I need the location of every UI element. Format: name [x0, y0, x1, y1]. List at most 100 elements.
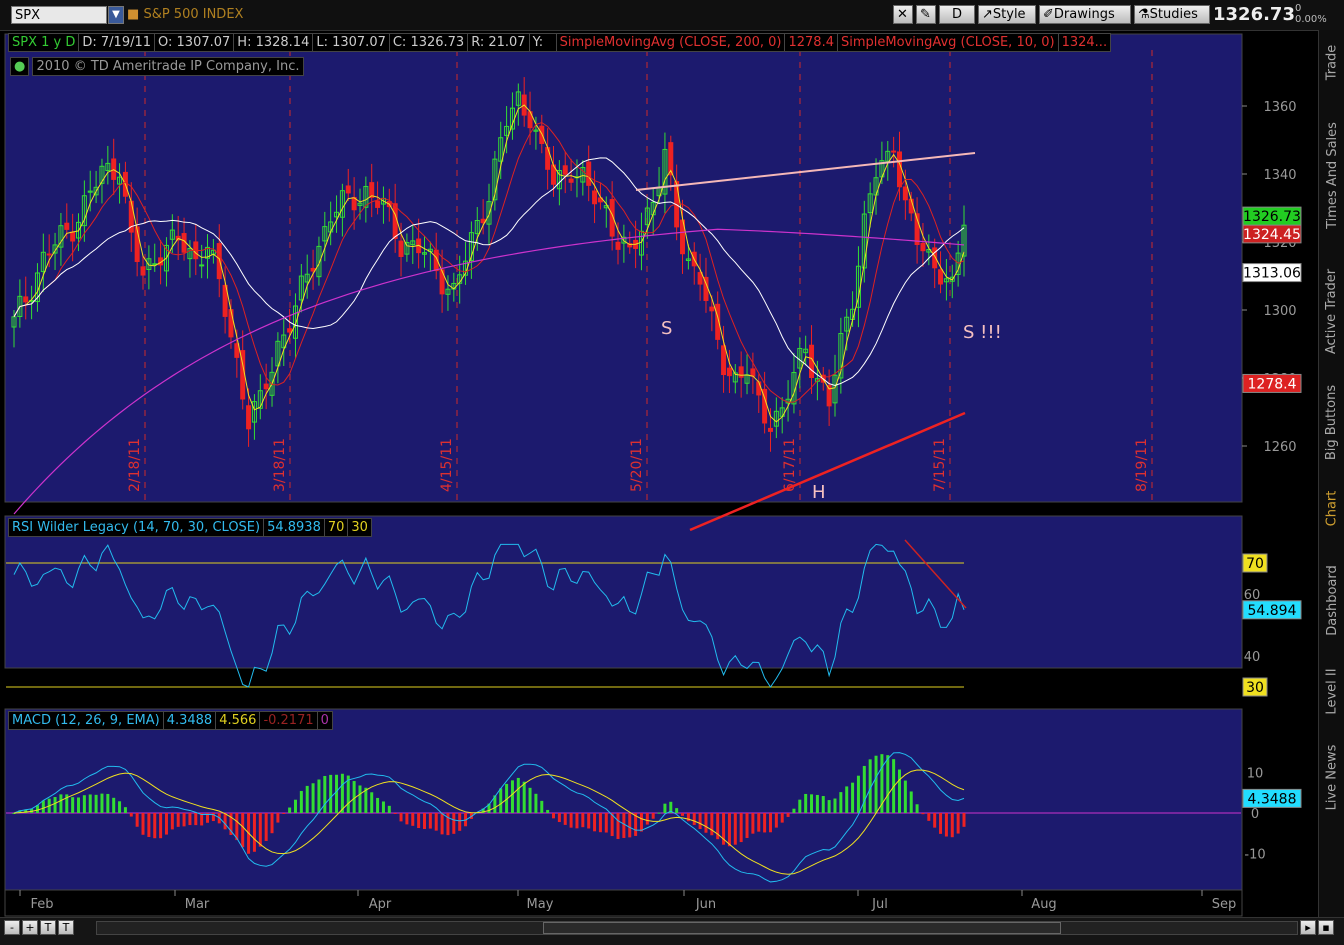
macd-histogram-bar — [915, 804, 919, 813]
zoom-fit-button[interactable]: T — [40, 920, 56, 935]
link-icon: ■ — [127, 7, 140, 22]
crosshair-icon: ✕ — [897, 7, 908, 22]
candle-up — [199, 264, 205, 267]
macd-histogram-bar — [41, 800, 45, 813]
sma10-price-tag-text: 1324.45 — [1243, 227, 1301, 243]
time-axis-label: Jun — [695, 897, 716, 912]
macd-histogram-bar — [422, 813, 426, 829]
macd-histogram-bar — [258, 813, 262, 847]
symbol-dropdown-button[interactable]: ▼ — [108, 6, 124, 24]
macd-histogram-bar — [112, 797, 116, 813]
macd-histogram-bar — [393, 813, 397, 814]
tab-level-ii[interactable]: Level II — [1320, 656, 1344, 726]
crosshair-tool-button[interactable]: ✕ — [893, 5, 913, 24]
candle-down — [392, 203, 398, 239]
expand-button[interactable]: ▪ — [1318, 920, 1334, 935]
macd-histogram-bar — [516, 777, 520, 813]
macd-histogram-bar — [381, 801, 385, 813]
price-axis-label: 1340 — [1263, 168, 1296, 183]
macd-histogram-bar — [77, 797, 81, 813]
pencil-icon: ✎ — [920, 7, 931, 22]
sma20-price-tag-text: 1313.06 — [1243, 266, 1301, 282]
macd-histogram-bar — [340, 773, 344, 813]
time-scrollbar[interactable] — [96, 921, 1298, 935]
macd-histogram-bar — [786, 813, 790, 817]
period-button[interactable]: D — [939, 5, 975, 24]
style-button[interactable]: ↗Style — [978, 5, 1036, 24]
candle-down — [345, 185, 351, 194]
top-toolbar: SPX ▼ ■ S&P 500 INDEX ✕ ✎ D ↗Style ✐Draw… — [0, 0, 1344, 31]
pencil-tool-button[interactable]: ✎ — [916, 5, 936, 24]
macd-histogram-bar — [874, 755, 878, 813]
drawing-tool-button[interactable]: T — [58, 920, 74, 935]
studies-button[interactable]: ⚗Studies — [1134, 5, 1210, 24]
rsi-value: 54.8938 — [263, 518, 325, 537]
macd-histogram-bar — [293, 799, 297, 813]
candle-down — [263, 383, 269, 390]
macd-histogram-bar — [94, 794, 98, 813]
tab-times-and-sales[interactable]: Times And Sales — [1320, 100, 1344, 250]
zoom-out-button[interactable]: - — [4, 920, 20, 935]
macd-histogram-bar — [604, 813, 608, 833]
macd-histogram-bar — [405, 813, 409, 825]
tab-dashboard-label: Dashboard — [1324, 564, 1340, 636]
chart-area[interactable]: 2/18/11 3/18/11 4/15/11 5/20/11 6/17/11 7/15/… — [0, 30, 1318, 917]
macd-histogram-bar — [376, 797, 380, 813]
scroll-right-button[interactable]: ▸ — [1300, 920, 1316, 935]
macd-histogram-bar — [622, 813, 626, 838]
macd-histogram-bar — [616, 813, 620, 839]
sma10-value: 1324... — [1057, 33, 1112, 52]
macd-histogram-bar — [698, 813, 702, 829]
tab-active-trader[interactable]: Active Trader — [1320, 256, 1344, 366]
symbol-input[interactable]: SPX — [11, 6, 107, 24]
macd-histogram-bar — [739, 813, 743, 843]
symbol-description: ■ S&P 500 INDEX — [127, 7, 243, 22]
date-marker-label: 3/18/11 — [272, 438, 288, 492]
drawings-button[interactable]: ✐Drawings — [1039, 5, 1131, 24]
tab-chart[interactable]: Chart — [1320, 478, 1344, 538]
macd-histogram-bar — [798, 799, 802, 813]
tab-live-news-label: Live News — [1324, 744, 1340, 810]
macd-histogram-bar — [223, 813, 227, 830]
macd-histogram-bar — [557, 813, 561, 823]
macd-histogram-bar — [329, 774, 333, 813]
zoom-in-button[interactable]: + — [22, 920, 38, 935]
rsi-30-tag: 30 — [1242, 677, 1268, 697]
candle-down — [756, 381, 762, 396]
macd-histogram-bar — [317, 779, 321, 813]
macd-histogram-bar — [575, 813, 579, 829]
macd-histogram-bar — [792, 808, 796, 813]
tab-dashboard[interactable]: Dashboard — [1320, 550, 1344, 650]
candle-down — [586, 161, 592, 186]
macd-axis-label: 10 — [1247, 767, 1264, 782]
price-axis-label: 1360 — [1263, 100, 1296, 115]
tab-trade-label: Trade — [1324, 44, 1340, 80]
macd-histogram-bar — [921, 813, 925, 815]
macd-histogram-bar — [305, 785, 309, 813]
macd-histogram-bar — [933, 813, 937, 828]
macd-histogram-bar — [704, 813, 708, 833]
bar-high: H: 1328.14 — [233, 33, 314, 52]
macd-histogram-bar — [804, 793, 808, 813]
tab-big-buttons[interactable]: Big Buttons — [1320, 372, 1344, 472]
tab-trade[interactable]: Trade — [1320, 30, 1344, 94]
macd-histogram-bar — [170, 813, 174, 830]
bar-close: C: 1326.73 — [388, 33, 469, 52]
macd-histogram-bar — [235, 813, 239, 841]
tab-live-news[interactable]: Live News — [1320, 732, 1344, 822]
macd-histogram-bar — [153, 813, 157, 839]
macd-histogram-bar — [299, 790, 303, 813]
macd-histogram-bar — [657, 812, 661, 814]
macd-axis-label: -10 — [1244, 848, 1265, 863]
macd-diff: -0.2171 — [259, 711, 318, 730]
macd-histogram-bar — [458, 813, 462, 831]
candle-down — [709, 306, 715, 312]
macd-histogram-bar — [288, 807, 292, 813]
scrollbar-thumb[interactable] — [543, 922, 1061, 934]
right-tab-bar: Trade Times And Sales Active Trader Big … — [1318, 30, 1344, 920]
macd-histogram-bar — [53, 797, 57, 813]
candle-down — [23, 296, 29, 303]
rsi-value-tag: 54.894 — [1242, 600, 1302, 620]
last-price-tag-text: 1326.73 — [1243, 209, 1301, 225]
time-axis-label: Sep — [1212, 897, 1237, 912]
